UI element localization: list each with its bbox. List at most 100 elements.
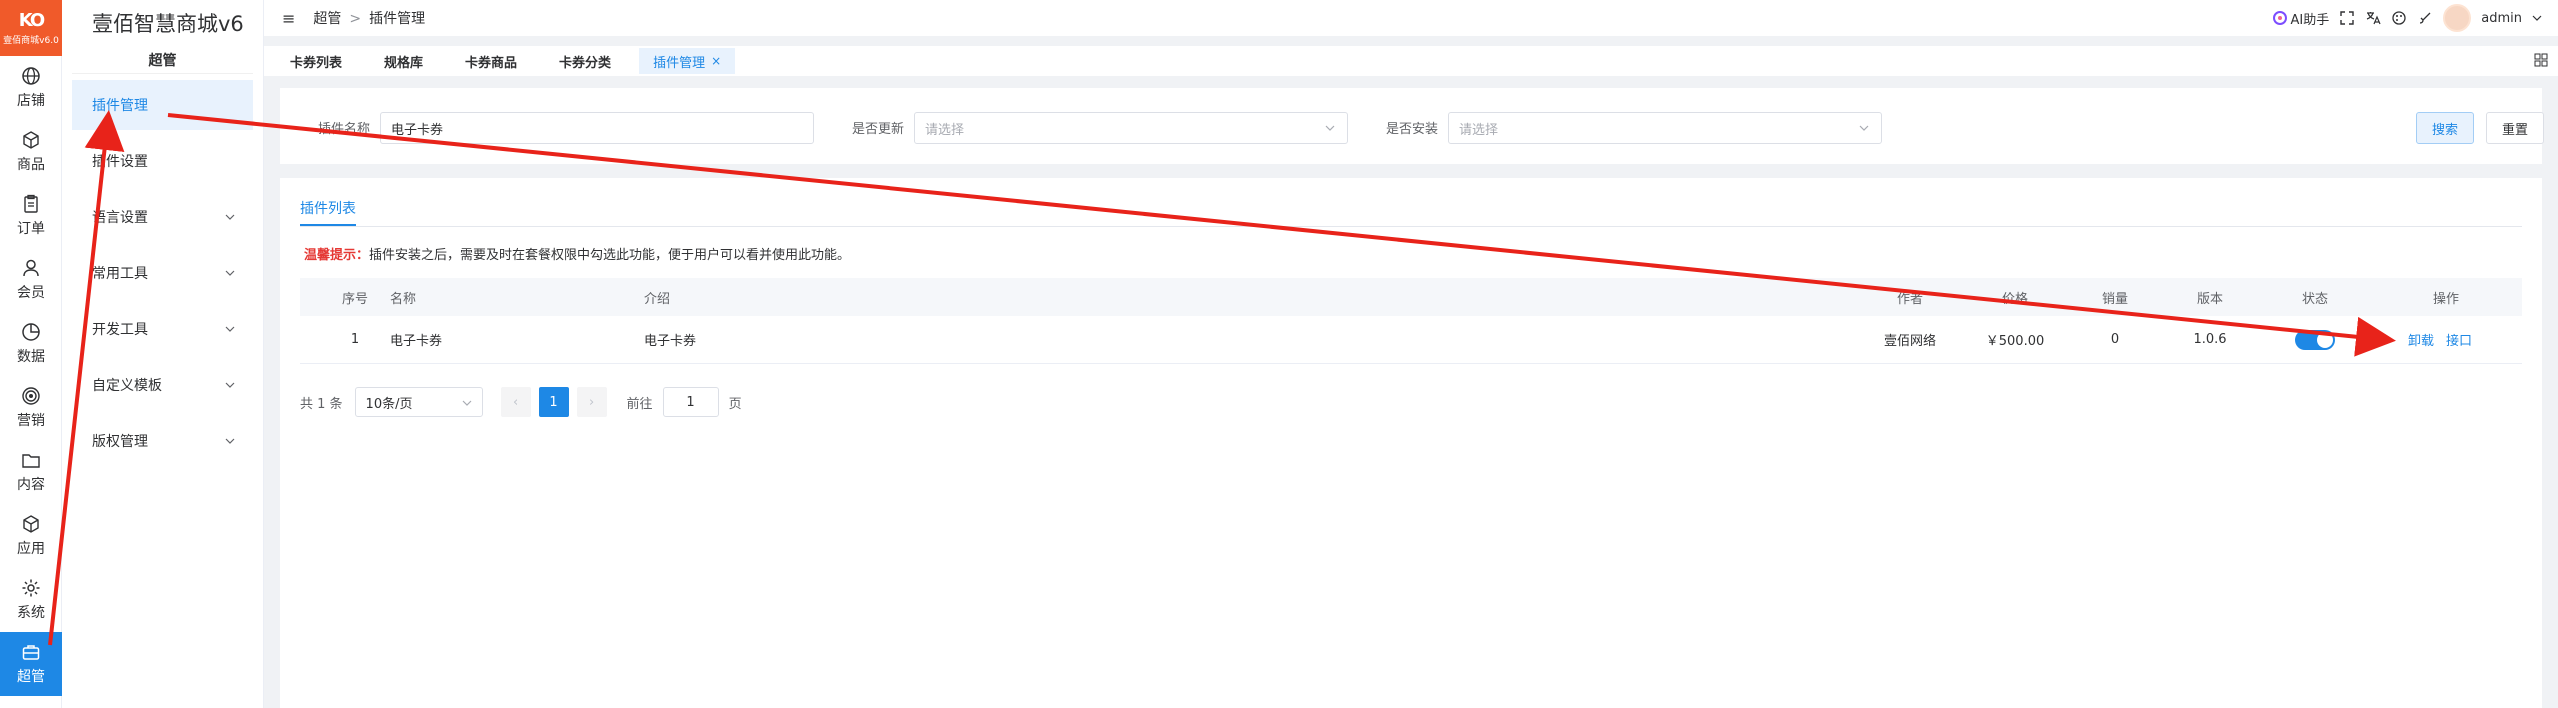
rail-item-label: 订单 — [17, 221, 45, 237]
chevron-down-icon — [225, 326, 235, 332]
sidebar-item-0[interactable]: 插件管理 — [72, 80, 253, 130]
menu-toggle-icon[interactable]: ≡ — [282, 9, 295, 28]
sidebar-item-label: 语言设置 — [92, 210, 148, 226]
goto-page-input[interactable]: 1 — [662, 387, 719, 417]
table-row: 1 电子卡券 电子卡券 壹佰网络 ￥500.00 0 1.0.6 卸载 接口 — [300, 316, 2522, 364]
column-header: 销量 — [2101, 291, 2128, 307]
brand-logo[interactable]: KO 壹佰商城v6.0 — [0, 0, 62, 56]
chevron-down-icon[interactable] — [2532, 13, 2542, 23]
install-filter-placeholder: 请选择 — [1459, 122, 1499, 138]
column-header: 状态 — [2301, 291, 2328, 307]
update-filter-placeholder: 请选择 — [925, 122, 965, 138]
translate-icon[interactable] — [2365, 10, 2381, 26]
rail-item-label: 营销 — [17, 413, 45, 429]
rail-item-3[interactable]: 会员 — [0, 248, 62, 312]
rail-item-4[interactable]: 数据 — [0, 312, 62, 376]
rail-item-6[interactable]: 内容 — [0, 440, 62, 504]
chevron-down-icon — [225, 214, 235, 220]
sidebar-item-4[interactable]: 开发工具 — [72, 304, 253, 354]
user-name[interactable]: admin — [2481, 11, 2522, 26]
rail-item-label: 超管 — [17, 669, 45, 685]
chevron-down-icon — [1859, 125, 1869, 131]
user-avatar[interactable] — [2443, 4, 2472, 32]
ai-logo-icon — [2272, 11, 2287, 25]
brush-icon[interactable] — [2417, 10, 2433, 26]
rail-item-label: 会员 — [17, 285, 45, 301]
tab-1[interactable]: 规格库 — [370, 48, 437, 74]
rail-item-0[interactable]: 店铺 — [0, 56, 62, 120]
update-filter-select[interactable]: 请选择 — [914, 112, 1348, 144]
tip-prefix: 温馨提示： — [304, 248, 370, 263]
sidebar-item-label: 版权管理 — [92, 434, 148, 450]
install-filter-label: 是否安装 — [1386, 122, 1439, 137]
column-header: 介绍 — [644, 291, 671, 307]
rail-item-label: 应用 — [17, 541, 45, 557]
sidebar-item-3[interactable]: 常用工具 — [72, 248, 253, 298]
search-button[interactable]: 搜索 — [2416, 112, 2474, 144]
rail-item-1[interactable]: 商品 — [0, 120, 62, 184]
cell-author: 壹佰网络 — [1883, 334, 1936, 349]
close-icon[interactable]: × — [711, 54, 721, 68]
table-header: 序号 名称 介绍 作者 价格 销量 版本 状态 操作 — [300, 278, 2522, 316]
sidebar-item-6[interactable]: 版权管理 — [72, 416, 253, 466]
rail-item-label: 商品 — [17, 157, 45, 173]
breadcrumb-separator: > — [349, 11, 362, 27]
ai-assistant-button[interactable]: AI助手 — [2272, 9, 2329, 28]
page-tabs: 卡券列表 规格库 卡券商品 卡券分类 插件管理 × — [264, 46, 2558, 76]
sidebar-item-1[interactable]: 插件设置 — [72, 136, 253, 186]
chevron-down-icon — [462, 400, 471, 406]
uninstall-link[interactable]: 卸载 — [2408, 330, 2434, 349]
target-icon — [22, 387, 40, 405]
column-header: 作者 — [1896, 291, 1923, 307]
page-size-select[interactable]: 10条/页 — [354, 387, 483, 417]
rail-item-label: 内容 — [17, 477, 45, 493]
tab-label: 卡券商品 — [465, 55, 518, 71]
sidebar-item-2[interactable]: 语言设置 — [72, 192, 253, 242]
tab-label: 卡券分类 — [559, 55, 612, 71]
column-header: 版本 — [2196, 291, 2223, 307]
api-link[interactable]: 接口 — [2446, 330, 2472, 349]
grid-menu-icon[interactable] — [2534, 53, 2548, 67]
tab-0[interactable]: 卡券列表 — [276, 48, 356, 74]
sidebar-group-title: 超管 — [72, 46, 253, 74]
rail-item-9[interactable]: 超管 — [0, 632, 62, 696]
rail-item-2[interactable]: 订单 — [0, 184, 62, 248]
prev-page-button[interactable]: ‹ — [500, 387, 531, 417]
pagination: 共 1 条 10条/页 ‹ 1 › 前往 1 页 — [300, 386, 742, 418]
sidebar-item-label: 自定义模板 — [92, 378, 162, 394]
tab-plugin-list[interactable]: 插件列表 — [300, 198, 356, 218]
logo-sub: 壹佰商城v6.0 — [3, 36, 59, 46]
next-page-button[interactable]: › — [576, 387, 607, 417]
plugin-list-card: 插件列表 温馨提示：插件安装之后，需要及时在套餐权限中勾选此功能，便于用户可以看… — [280, 178, 2542, 708]
app-rail: KO 壹佰商城v6.0 店铺商品订单会员数据营销内容应用系统超管 — [0, 0, 62, 708]
tab-2[interactable]: 卡券商品 — [451, 48, 531, 74]
fullscreen-icon[interactable] — [2339, 10, 2355, 26]
sidebar-item-5[interactable]: 自定义模板 — [72, 360, 253, 410]
chevron-down-icon — [225, 270, 235, 276]
breadcrumb-item[interactable]: 超管 — [313, 11, 341, 27]
chevron-down-icon — [225, 438, 235, 444]
cell-intro: 电子卡券 — [644, 334, 697, 349]
plugin-name-input[interactable]: 电子卡券 — [380, 112, 814, 144]
cell-status — [2260, 316, 2370, 363]
theme-palette-icon[interactable] — [2391, 10, 2407, 26]
reset-button[interactable]: 重置 — [2486, 112, 2544, 144]
cell-name: 电子卡券 — [390, 334, 443, 349]
tab-label: 规格库 — [384, 55, 424, 71]
plugin-name-label: 插件名称 — [318, 122, 371, 137]
rail-item-5[interactable]: 营销 — [0, 376, 62, 440]
column-header: 价格 — [2001, 291, 2028, 307]
page-number-current[interactable]: 1 — [538, 387, 569, 417]
status-toggle[interactable] — [2295, 329, 2335, 350]
tab-4[interactable]: 插件管理 × — [639, 48, 736, 74]
cell-price: ￥500.00 — [1985, 334, 2045, 349]
tab-3[interactable]: 卡券分类 — [545, 48, 625, 74]
install-filter-select[interactable]: 请选择 — [1448, 112, 1882, 144]
chevron-down-icon — [225, 382, 235, 388]
sidebar-item-label: 插件设置 — [92, 154, 148, 170]
column-header: 序号 — [341, 291, 368, 307]
rail-item-7[interactable]: 应用 — [0, 504, 62, 568]
sidebar-item-label: 开发工具 — [92, 322, 148, 338]
rail-item-8[interactable]: 系统 — [0, 568, 62, 632]
goto-label: 前往 — [626, 396, 653, 412]
